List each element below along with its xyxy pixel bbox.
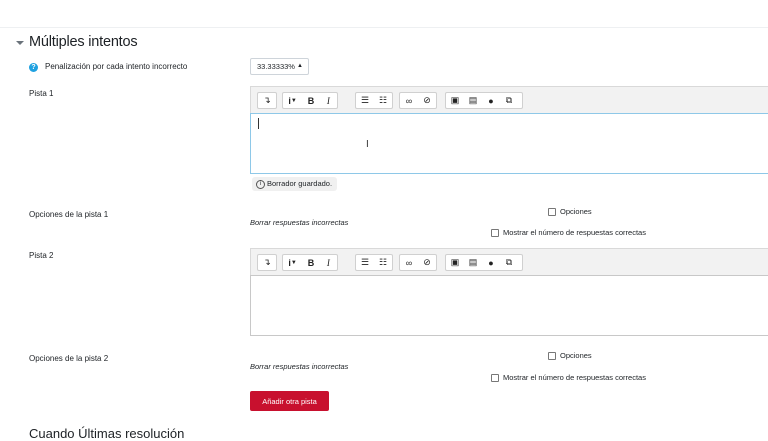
image-icon[interactable]: ▣: [446, 93, 464, 108]
checkbox-icon[interactable]: [491, 228, 499, 237]
manage-files-icon[interactable]: ⧉: [500, 93, 518, 108]
collapse-icon[interactable]: ↴: [258, 93, 276, 108]
microphone-icon[interactable]: ●: [482, 255, 500, 270]
bold-icon[interactable]: B: [302, 255, 319, 270]
hint1-show-count-checkbox[interactable]: Mostrar el número de respuestas correcta…: [491, 228, 646, 237]
section-divider: [0, 27, 768, 28]
hint1-options-label: Opciones de la pista 1: [29, 210, 109, 219]
hint2-options-checkbox[interactable]: Opciones: [548, 351, 592, 360]
hint2-toolbar: ↴ i ▼ B I ☰ ☷ ∞ ⊘ ▣ ▤ ● ⧉: [250, 248, 768, 276]
bullet-list-icon[interactable]: ☰: [356, 255, 374, 270]
manage-files-icon[interactable]: ⧉: [500, 255, 518, 270]
draft-status-badge: i Borrador guardado.: [252, 177, 338, 191]
next-section-title[interactable]: Cuando Últimas resolución: [29, 426, 184, 441]
hint1-clear-incorrect: Borrar respuestas incorrectas: [250, 218, 349, 227]
section-title[interactable]: Múltiples intentos: [29, 34, 138, 50]
hint1-editor[interactable]: [250, 113, 768, 174]
unlink-icon[interactable]: ⊘: [418, 93, 436, 108]
penalty-value: 33.33333%: [257, 62, 295, 71]
add-hint-button[interactable]: Añadir otra pista: [250, 391, 329, 411]
italic-icon[interactable]: I: [320, 93, 337, 108]
checkbox-label: Opciones: [560, 207, 592, 216]
link-icon[interactable]: ∞: [400, 255, 418, 270]
bold-icon[interactable]: B: [302, 93, 319, 108]
text-cursor: [258, 118, 259, 129]
italic-icon[interactable]: I: [320, 255, 337, 270]
info-style-icon[interactable]: i ▼: [283, 93, 302, 108]
checkbox-icon[interactable]: [548, 351, 556, 360]
checkbox-icon[interactable]: [548, 207, 556, 216]
hint2-editor[interactable]: [250, 275, 768, 336]
hint2-show-count-checkbox[interactable]: Mostrar el número de respuestas correcta…: [491, 373, 646, 382]
hint2-clear-incorrect: Borrar respuestas incorrectas: [250, 362, 349, 371]
unlink-icon[interactable]: ⊘: [418, 255, 436, 270]
collapse-toggle-icon[interactable]: [15, 38, 25, 48]
hint1-toolbar: ↴ i ▼ B I ☰ ☷ ∞ ⊘ ▣ ▤ ● ⧉: [250, 86, 768, 114]
media-icon[interactable]: ▤: [464, 255, 482, 270]
numbered-list-icon[interactable]: ☷: [374, 255, 392, 270]
hint2-label: Pista 2: [29, 251, 54, 260]
link-icon[interactable]: ∞: [400, 93, 418, 108]
help-icon[interactable]: ?: [29, 63, 38, 72]
hint2-options-label: Opciones de la pista 2: [29, 354, 109, 363]
image-icon[interactable]: ▣: [446, 255, 464, 270]
checkbox-icon[interactable]: [491, 373, 499, 382]
penalty-select[interactable]: 33.33333% ▲: [250, 58, 309, 75]
numbered-list-icon[interactable]: ☷: [374, 93, 392, 108]
checkbox-label: Mostrar el número de respuestas correcta…: [503, 228, 646, 237]
select-arrows-icon: ▲: [297, 63, 303, 69]
info-style-icon[interactable]: i ▼: [283, 255, 302, 270]
bullet-list-icon[interactable]: ☰: [356, 93, 374, 108]
media-icon[interactable]: ▤: [464, 93, 482, 108]
hint1-label: Pista 1: [29, 89, 54, 98]
draft-status-text: Borrador guardado.: [267, 179, 333, 188]
checkbox-label: Mostrar el número de respuestas correcta…: [503, 373, 646, 382]
penalty-label: Penalización por cada intento incorrecto: [45, 62, 188, 71]
checkbox-label: Opciones: [560, 351, 592, 360]
ibeam-cursor-icon: I: [366, 139, 369, 150]
hint1-options-checkbox[interactable]: Opciones: [548, 207, 592, 216]
microphone-icon[interactable]: ●: [482, 93, 500, 108]
info-icon: i: [256, 179, 265, 189]
collapse-icon[interactable]: ↴: [258, 255, 276, 270]
